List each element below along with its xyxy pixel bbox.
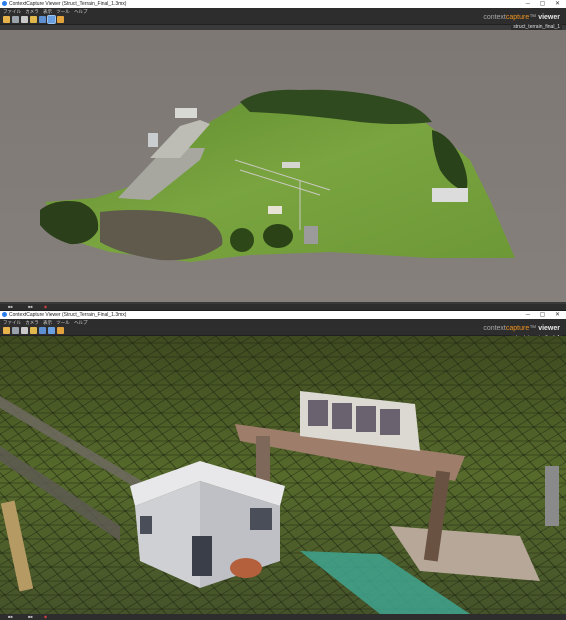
home-icon[interactable] [21,327,28,334]
wireframe-icon[interactable] [48,327,55,334]
menu-bar: ファイル カメラ 表示 ツール ヘルプ [0,8,566,15]
grid-icon[interactable] [39,16,46,23]
3d-viewport-wireframe[interactable] [0,336,566,614]
toolbar [0,326,566,336]
menu-tools[interactable]: ツール [56,320,70,325]
status-item-2: ■■ [28,614,33,619]
status-bar: ■■ ■■ ◆ [0,304,566,310]
brand-logo: contextcapture™ viewer [483,14,560,21]
title-bar: ContextCapture Viewer (Struct_Terrain_Fi… [0,311,566,319]
app-icon [2,312,7,317]
status-indicator-icon: ◆ [44,614,48,619]
status-bar: ■■ ■■ ◆ [0,614,566,620]
brand-logo: contextcapture™ viewer [483,325,560,332]
status-item-2: ■■ [28,304,33,309]
menu-file[interactable]: ファイル [3,320,21,325]
home-icon[interactable] [21,16,28,23]
menu-view[interactable]: 表示 [43,320,52,325]
orbit-icon[interactable] [12,327,19,334]
pan-icon[interactable] [30,16,37,23]
measure-icon[interactable] [57,16,64,23]
menu-camera[interactable]: カメラ [25,9,39,14]
window-controls[interactable]: ─ ▢ ✕ [526,311,564,319]
toolbar [0,15,566,25]
menu-view[interactable]: 表示 [43,9,52,14]
window-controls[interactable]: ─ ▢ ✕ [526,0,564,8]
bottom-viewer-window: ContextCapture Viewer (Struct_Terrain_Fi… [0,311,566,620]
open-icon[interactable] [3,16,10,23]
status-item-1: ■■ [8,614,13,619]
menu-tools[interactable]: ツール [56,9,70,14]
status-item-1: ■■ [8,304,13,309]
top-viewer-window: ContextCapture Viewer (Struct_Terrain_Fi… [0,0,566,310]
menu-help[interactable]: ヘルプ [74,320,88,325]
wireframe-icon[interactable] [47,15,56,24]
orbit-icon[interactable] [12,16,19,23]
open-icon[interactable] [3,327,10,334]
menu-file[interactable]: ファイル [3,9,21,14]
status-indicator-icon: ◆ [44,304,48,309]
title-bar: ContextCapture Viewer (Struct_Terrain_Fi… [0,0,566,8]
window-title: ContextCapture Viewer (Struct_Terrain_Fi… [9,1,127,7]
pan-icon[interactable] [30,327,37,334]
menu-help[interactable]: ヘルプ [74,9,88,14]
grid-icon[interactable] [39,327,46,334]
measure-icon[interactable] [57,327,64,334]
menu-camera[interactable]: カメラ [25,320,39,325]
window-title: ContextCapture Viewer (Struct_Terrain_Fi… [9,312,127,318]
menu-bar: ファイル カメラ 表示 ツール ヘルプ [0,319,566,326]
3d-viewport[interactable] [0,30,566,302]
app-icon [2,1,7,6]
